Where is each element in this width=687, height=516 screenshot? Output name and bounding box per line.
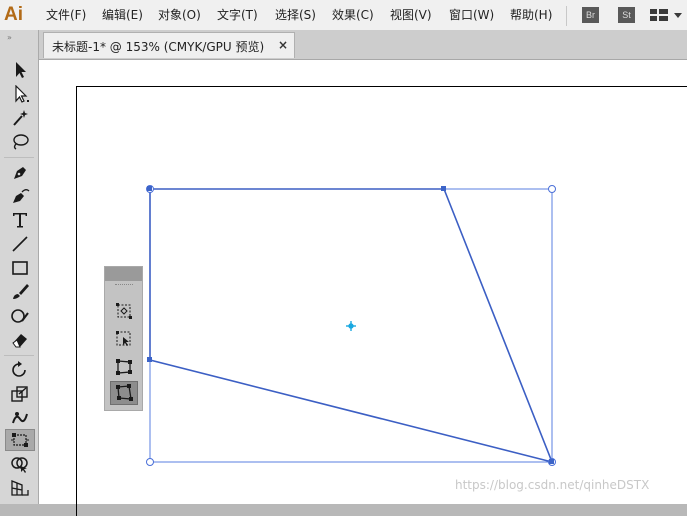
document-tab-bar: 未标题-1* @ 153% (CMYK/GPU 预览) × (39, 30, 687, 60)
bridge-button[interactable]: Br (582, 7, 599, 23)
menu-file[interactable]: 文件(F) (46, 7, 86, 23)
menu-separator (566, 6, 567, 26)
toolbar-divider (4, 355, 34, 356)
warp-icon[interactable] (5, 407, 35, 429)
menu-help[interactable]: 帮助(H) (510, 7, 552, 23)
perspective-distort-icon[interactable] (110, 355, 138, 379)
menu-effect[interactable]: 效果(C) (332, 7, 374, 23)
free-transform-icon[interactable] (110, 327, 138, 351)
close-icon[interactable]: × (278, 38, 288, 52)
paintbrush-icon[interactable] (5, 281, 35, 303)
menu-select[interactable]: 选择(S) (275, 7, 316, 23)
line-segment-icon[interactable] (5, 233, 35, 255)
workspace-switcher-icon[interactable] (650, 9, 668, 21)
flyout-grip[interactable] (115, 284, 133, 287)
document-tab-title: 未标题-1* @ 153% (CMYK/GPU 预览) (52, 40, 265, 54)
menu-window[interactable]: 窗口(W) (449, 7, 494, 23)
document-tab[interactable]: 未标题-1* @ 153% (CMYK/GPU 预览) × (43, 32, 295, 58)
constrain-icon[interactable] (110, 299, 138, 323)
artboard (76, 86, 687, 516)
shaper-icon[interactable] (5, 305, 35, 327)
stock-button[interactable]: St (618, 7, 635, 23)
rectangle-icon[interactable] (5, 257, 35, 279)
watermark-url: https://blog.csdn.net/qinheDSTX (455, 478, 650, 492)
magic-wand-icon[interactable] (5, 107, 35, 129)
free-transform-icon[interactable] (5, 429, 35, 451)
tools-panel: » (0, 30, 39, 504)
pen-icon[interactable] (5, 161, 35, 183)
menu-type[interactable]: 文字(T) (217, 7, 258, 23)
menu-edit[interactable]: 编辑(E) (102, 7, 143, 23)
rotate-icon[interactable] (5, 359, 35, 381)
app-logo: Ai (4, 4, 23, 25)
toolbar-divider (4, 157, 34, 158)
panel-grip[interactable]: » (7, 33, 13, 42)
selection-arrow-icon[interactable] (5, 59, 35, 81)
direct-selection-icon[interactable] (5, 83, 35, 105)
perspective-grid-icon[interactable] (5, 477, 35, 499)
eraser-icon[interactable] (5, 329, 35, 351)
menu-view[interactable]: 视图(V) (390, 7, 432, 23)
flyout-title-bar[interactable] (105, 267, 142, 281)
shape-builder-icon[interactable] (5, 453, 35, 475)
free-transform-flyout (104, 266, 143, 411)
free-distort-icon[interactable] (110, 381, 138, 405)
curvature-icon[interactable] (5, 185, 35, 207)
scale-icon[interactable] (5, 383, 35, 405)
type-icon[interactable] (5, 209, 35, 231)
lasso-icon[interactable] (5, 131, 35, 153)
menu-object[interactable]: 对象(O) (158, 7, 201, 23)
menu-bar: Ai 文件(F) 编辑(E) 对象(O) 文字(T) 选择(S) 效果(C) 视… (0, 0, 687, 31)
chevron-down-icon[interactable] (674, 13, 682, 18)
